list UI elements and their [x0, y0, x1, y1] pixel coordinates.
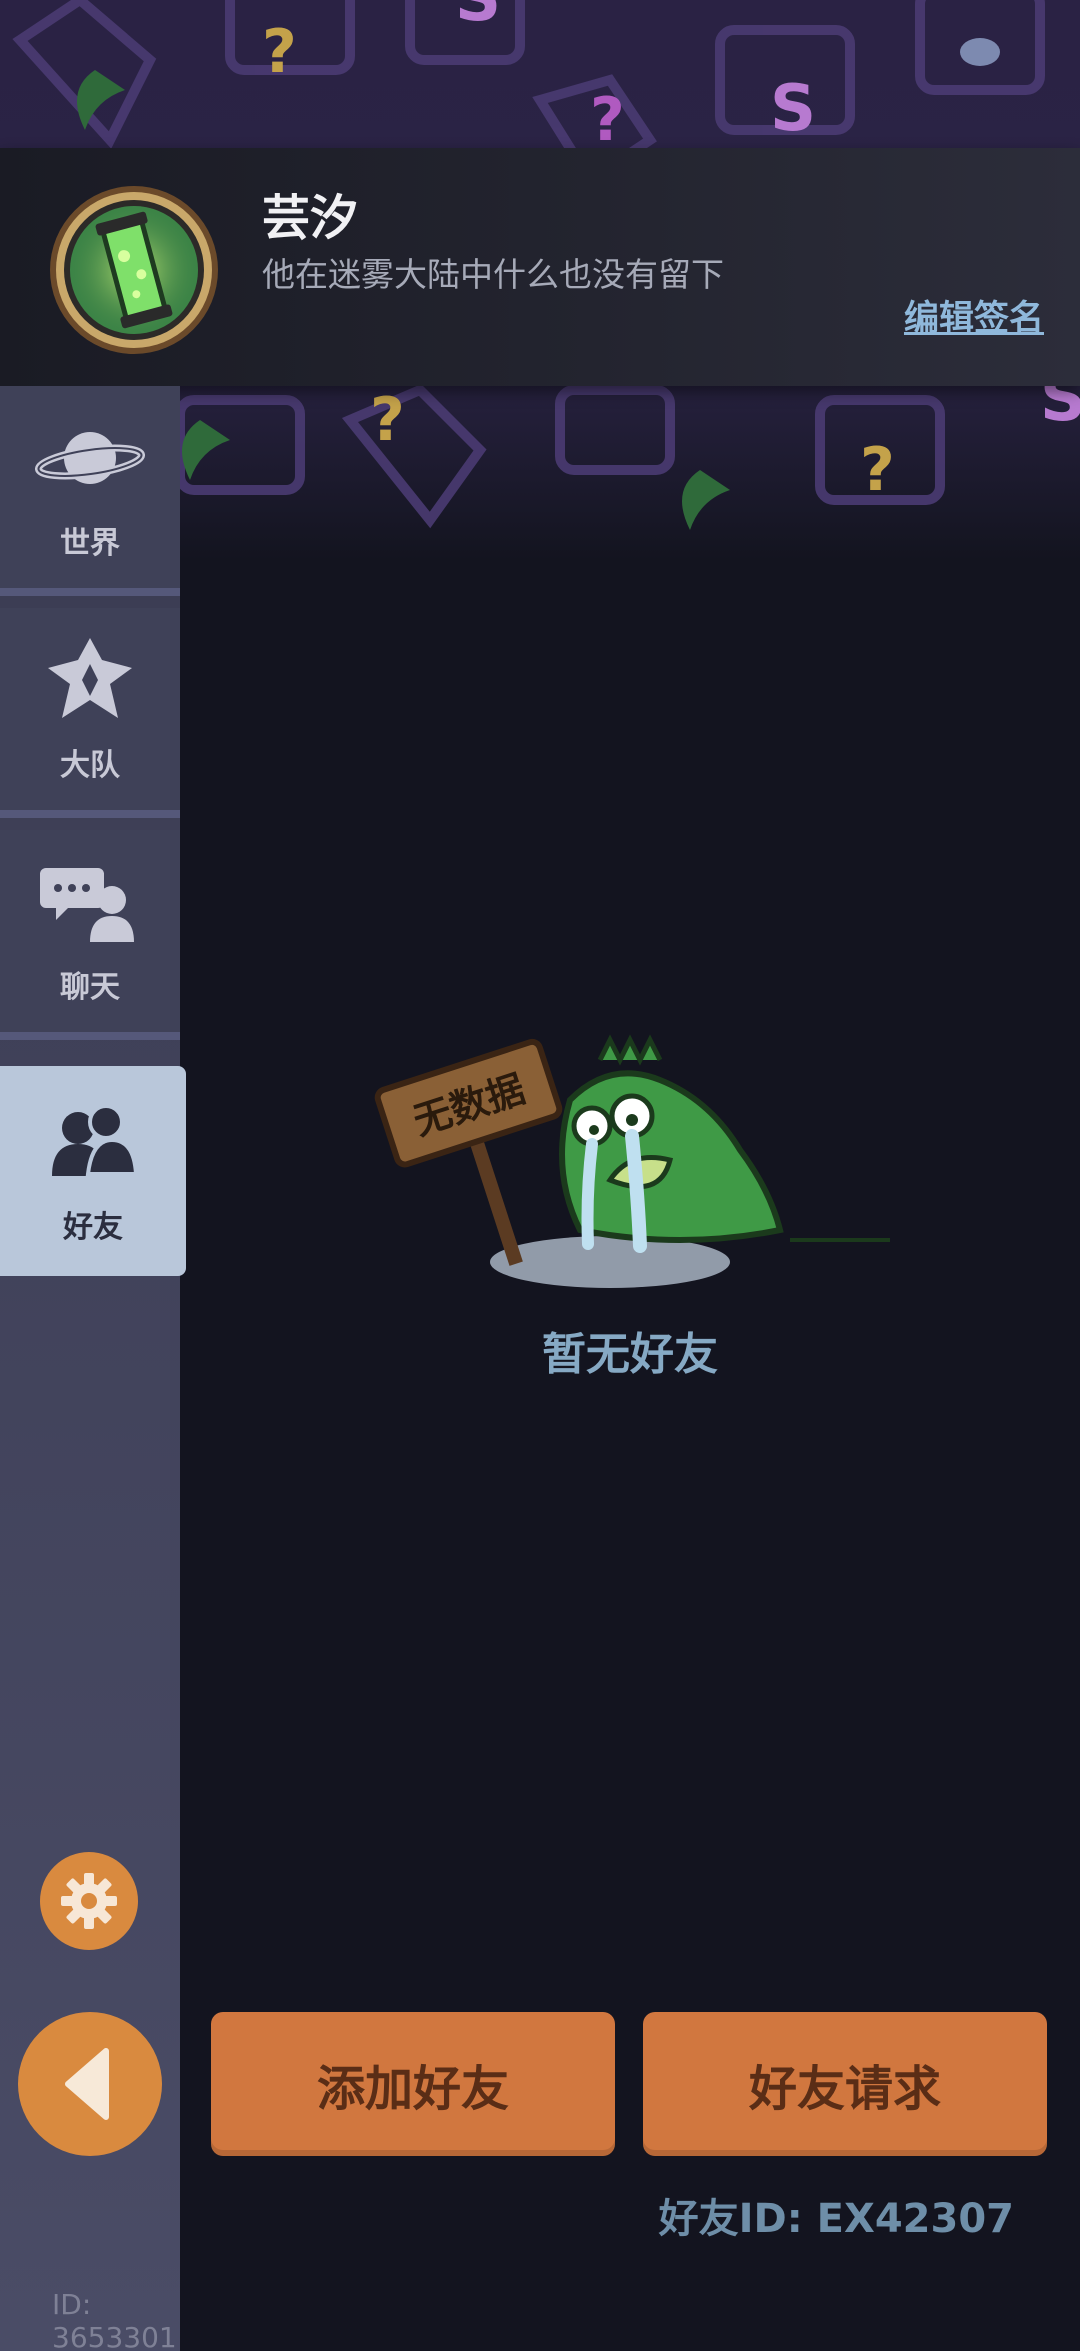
sidebar-item-label: 大队	[60, 748, 120, 783]
planet-icon	[35, 412, 145, 504]
friends-icon	[38, 1096, 148, 1188]
back-arrow-icon	[65, 2048, 109, 2120]
sidebar-item-team[interactable]: 大队	[0, 608, 180, 818]
sidebar-item-world[interactable]: 世界	[0, 386, 180, 596]
svg-text:?: ?	[590, 85, 625, 155]
green-potion-tube-icon	[50, 186, 218, 354]
sidebar-item-label: 好友	[63, 1210, 123, 1245]
svg-text:S: S	[770, 72, 816, 146]
settings-button[interactable]	[40, 1852, 138, 1950]
sidebar-item-label: 聊天	[60, 970, 120, 1005]
svg-text:?: ?	[860, 435, 895, 505]
svg-text:?: ?	[262, 17, 297, 87]
sidebar-item-label: 世界	[60, 526, 120, 561]
sidebar: 世界 大队 聊天 好友 ID: 3653301	[0, 386, 186, 2351]
empty-state-message: 暂无好友	[542, 1329, 718, 1380]
sidebar-item-friends[interactable]: 好友	[0, 1066, 186, 1276]
user-id-label: ID: 3653301	[52, 2288, 177, 2351]
gear-icon	[61, 1873, 117, 1929]
svg-text:?: ?	[370, 385, 405, 455]
profile-header: 芸汐 他在迷雾大陆中什么也没有留下 编辑签名	[0, 148, 1080, 386]
add-friend-button[interactable]: 添加好友	[211, 2012, 615, 2156]
user-name: 芸汐	[262, 190, 359, 246]
friend-requests-button[interactable]: 好友请求	[643, 2012, 1047, 2156]
signature-text: 他在迷雾大陆中什么也没有留下	[262, 255, 724, 294]
avatar[interactable]	[48, 184, 220, 356]
empty-state-illustration: 无数据	[370, 1030, 900, 1310]
back-button[interactable]	[18, 2012, 162, 2156]
chat-bubbles-icon	[35, 856, 145, 948]
svg-text:S: S	[455, 0, 501, 36]
friends-page: ? ? ? ? S S S	[0, 0, 1080, 2351]
friend-id-label: 好友ID: EX42307	[658, 2196, 1014, 2242]
team-crest-icon	[35, 634, 145, 726]
edit-signature-link[interactable]: 编辑签名	[904, 290, 1044, 341]
sidebar-item-chat[interactable]: 聊天	[0, 830, 180, 1040]
